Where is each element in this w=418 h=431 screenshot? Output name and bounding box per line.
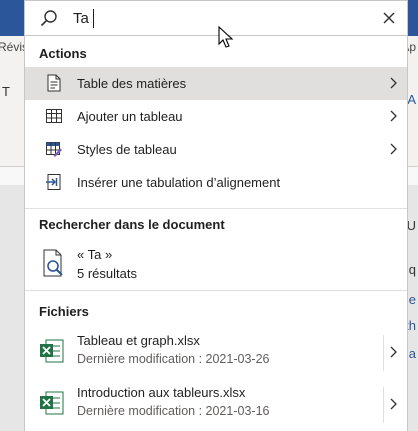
pane-link-glyph: e — [408, 292, 416, 307]
file-name: Tableau et graph.xlsx — [77, 333, 200, 348]
action-insert-alignment-tab[interactable]: Insérer une tabulation d’alignement — [25, 166, 407, 199]
search-icon — [40, 10, 57, 27]
chevron-right-icon[interactable] — [389, 398, 399, 410]
document-search-header: Rechercher dans le document — [39, 217, 225, 232]
table-of-contents-icon — [47, 74, 61, 92]
row-separator — [383, 335, 384, 371]
section-divider — [25, 208, 407, 209]
alignment-tab-icon — [46, 174, 61, 190]
pane-glyph: U — [406, 218, 416, 233]
document-search-count: 5 résultats — [77, 266, 137, 281]
file-name: Introduction aux tableurs.xlsx — [77, 385, 246, 400]
file-modified: Dernière modification : 2021-03-26 — [77, 352, 270, 366]
excel-file-icon — [40, 391, 64, 415]
close-icon[interactable] — [381, 10, 397, 26]
ribbon-glyph-right: A — [407, 92, 416, 107]
action-label: Insérer une tabulation d’alignement — [77, 175, 281, 190]
action-table-styles[interactable]: Styles de tableau — [25, 133, 407, 166]
section-divider — [25, 290, 407, 291]
action-label: Table des matières — [77, 76, 187, 91]
chevron-right-icon — [390, 110, 397, 122]
table-styles-icon — [46, 142, 62, 157]
chevron-right-icon[interactable] — [389, 346, 399, 358]
document-search-icon — [43, 249, 63, 277]
mouse-pointer-icon — [218, 26, 234, 48]
action-label: Ajouter un tableau — [77, 109, 183, 124]
file-result[interactable]: Introduction aux tableurs.xlsx Dernière … — [25, 381, 407, 429]
file-result[interactable]: Tableau et graph.xlsx Dernière modificat… — [25, 329, 407, 377]
action-table-of-contents[interactable]: Table des matières — [25, 67, 407, 100]
table-grid-icon — [46, 109, 62, 123]
action-label: Styles de tableau — [77, 142, 177, 157]
document-search-query: « Ta » — [77, 247, 113, 262]
search-box[interactable] — [24, 0, 408, 36]
files-header: Fichiers — [39, 304, 89, 319]
text-caret — [93, 9, 94, 28]
ribbon-glyph-left: T — [2, 84, 10, 99]
chevron-right-icon — [390, 77, 397, 89]
chevron-right-icon — [390, 143, 397, 155]
excel-file-icon — [40, 339, 64, 363]
action-add-table[interactable]: Ajouter un tableau — [25, 100, 407, 133]
row-separator — [383, 387, 384, 423]
document-search-result[interactable]: « Ta » 5 résultats — [25, 241, 407, 291]
pane-link-glyph: a — [408, 346, 416, 361]
actions-header: Actions — [39, 46, 87, 61]
file-modified: Dernière modification : 2021-03-16 — [77, 404, 270, 418]
search-results-panel: Actions Table des matières Ajouter un ta… — [24, 36, 408, 431]
